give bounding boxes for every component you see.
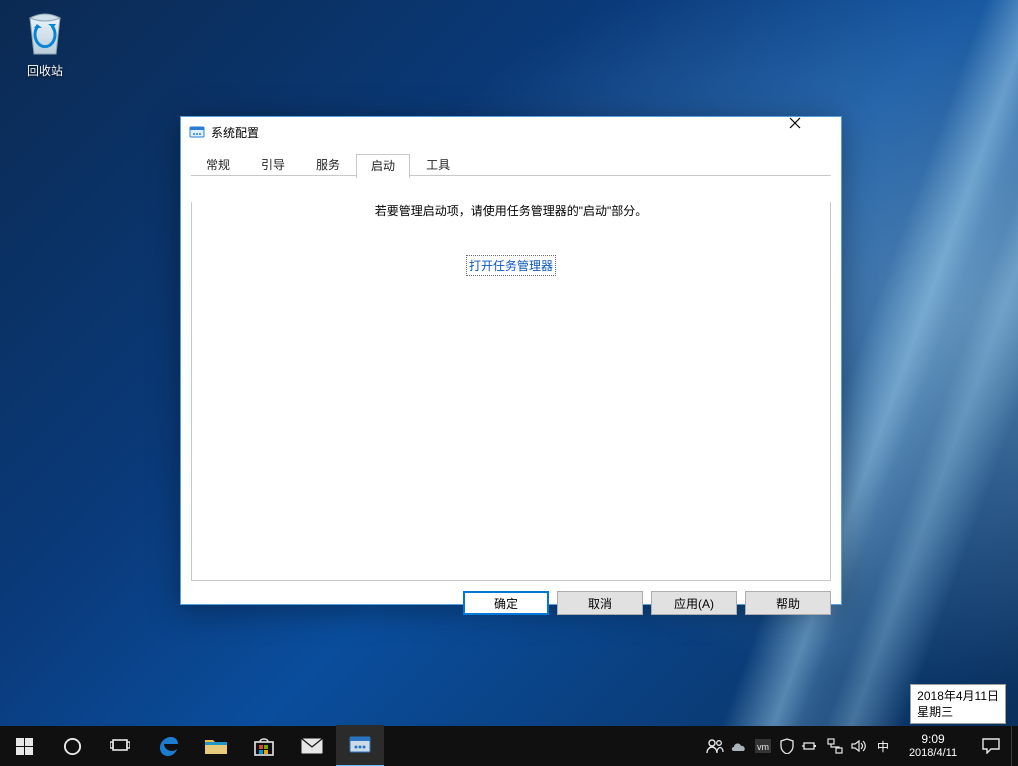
tray-network[interactable] [823,726,847,766]
recycle-bin-label: 回收站 [10,62,80,79]
clock-date: 2018/4/11 [897,746,969,760]
shield-icon [780,738,794,754]
recycle-bin-icon [22,6,68,58]
tray-power[interactable] [799,726,823,766]
startup-message: 若要管理启动项，请使用任务管理器的"启动"部分。 [192,202,830,219]
open-task-manager-link[interactable]: 打开任务管理器 [466,255,556,276]
tab-tools[interactable]: 工具 [411,153,465,176]
startup-tab-page: 若要管理启动项，请使用任务管理器的"启动"部分。 打开任务管理器 [191,202,831,581]
start-button[interactable] [0,726,48,766]
network-icon [827,738,843,754]
apply-button[interactable]: 应用(A) [651,591,737,615]
task-view-icon [110,738,130,754]
tray-volume[interactable] [847,726,871,766]
recycle-bin[interactable]: 回收站 [10,6,80,79]
speaker-icon [851,739,867,753]
tooltip-weekday: 星期三 [917,704,999,720]
svg-text:vm: vm [757,742,769,752]
app-icon [189,124,205,140]
tab-strip: 常规 引导 服务 启动 工具 [191,153,831,176]
tab-general[interactable]: 常规 [191,153,245,176]
tab-services[interactable]: 服务 [301,153,355,176]
mail-icon [300,737,324,755]
tray-ime[interactable]: 中 [871,726,895,766]
taskbar-clock[interactable]: 9:09 2018/4/11 [895,726,971,766]
msconfig-window: 系统配置 常规 引导 服务 启动 工具 若要管理启动项，请使用任务管理器的"启动… [180,116,842,605]
tooltip-date: 2018年4月11日 [917,688,999,704]
close-icon [789,117,801,129]
ok-button[interactable]: 确定 [463,591,549,615]
action-center-button[interactable] [971,726,1011,766]
taskbar-mail[interactable] [288,726,336,766]
cortana-button[interactable] [48,726,96,766]
windows-logo-icon [16,738,33,755]
tray-vmware[interactable]: vm [751,726,775,766]
cancel-button[interactable]: 取消 [557,591,643,615]
desktop: 回收站 系统配置 常规 引导 服务 启动 [0,0,1018,766]
task-view-button[interactable] [96,726,144,766]
titlebar[interactable]: 系统配置 [181,117,841,147]
dialog-button-row: 确定 取消 应用(A) 帮助 [191,581,831,615]
taskbar-store[interactable] [240,726,288,766]
cloud-icon [730,740,748,752]
taskbar-file-explorer[interactable] [192,726,240,766]
people-icon [706,738,724,754]
window-title: 系统配置 [211,124,789,141]
taskbar-edge[interactable] [144,726,192,766]
tab-startup[interactable]: 启动 [356,154,410,178]
tray-security[interactable] [775,726,799,766]
vm-icon: vm [755,739,771,753]
circle-icon [63,737,82,756]
close-button[interactable] [789,117,835,147]
help-button[interactable]: 帮助 [745,591,831,615]
clock-tooltip: 2018年4月11日 星期三 [910,684,1006,724]
plug-icon [802,740,820,752]
tray-people[interactable] [703,726,727,766]
taskbar: vm [0,726,1018,766]
system-tray: vm [703,726,895,766]
notification-icon [982,738,1000,754]
clock-time: 9:09 [897,732,969,746]
msconfig-icon [348,734,372,756]
tab-boot[interactable]: 引导 [246,153,300,176]
store-icon [253,735,275,757]
tray-onedrive[interactable] [727,726,751,766]
folder-icon [204,736,228,756]
show-desktop-button[interactable] [1011,726,1018,766]
taskbar-msconfig[interactable] [336,725,384,766]
edge-icon [156,734,180,758]
